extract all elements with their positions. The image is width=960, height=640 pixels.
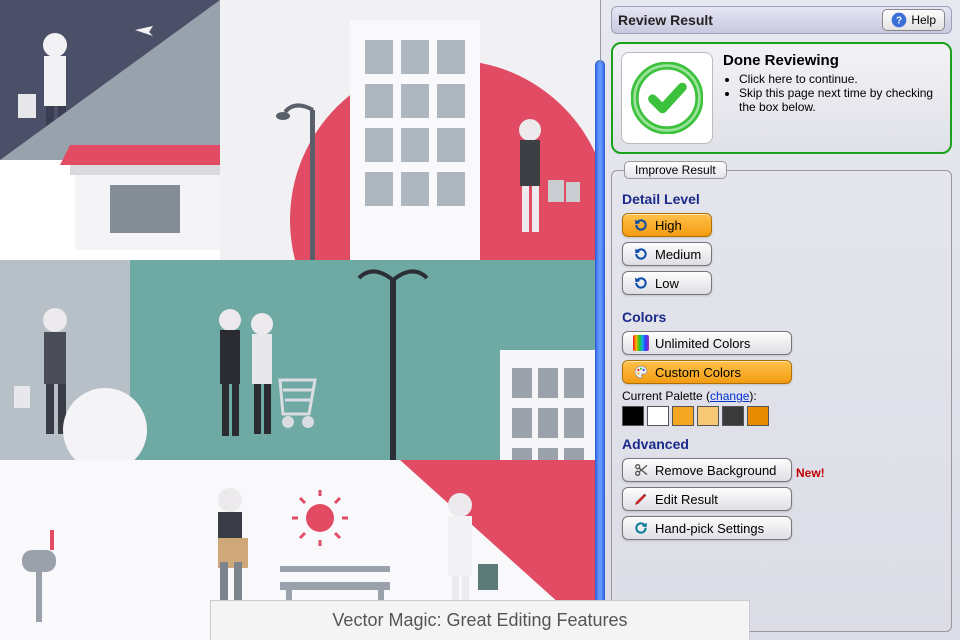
svg-text:?: ? <box>896 15 902 26</box>
detail-level-heading: Detail Level <box>622 191 941 207</box>
remove-bg-label: Remove Background <box>655 463 776 478</box>
detail-low-button[interactable]: Low <box>622 271 712 295</box>
redo-icon <box>633 246 649 262</box>
palette-swatch[interactable] <box>747 406 769 426</box>
preview-canvas <box>0 0 600 640</box>
redo-icon <box>633 217 649 233</box>
palette-swatch[interactable] <box>722 406 744 426</box>
redo-icon <box>633 275 649 291</box>
detail-high-button[interactable]: High <box>622 213 712 237</box>
palette-swatches <box>622 406 941 426</box>
palette-swatch[interactable] <box>622 406 644 426</box>
scissors-icon <box>633 462 649 478</box>
edit-result-label: Edit Result <box>655 492 718 507</box>
help-label: Help <box>911 13 936 27</box>
detail-medium-label: Medium <box>655 247 701 262</box>
done-bullet: Click here to continue. <box>739 72 942 86</box>
detail-high-label: High <box>655 218 682 233</box>
panel-header: Review Result ? Help <box>611 6 952 34</box>
done-bullet: Skip this page next time by checking the… <box>739 86 942 114</box>
edit-result-button[interactable]: Edit Result <box>622 487 792 511</box>
current-palette-label: Current Palette (change): <box>622 389 941 403</box>
checkmark-icon <box>621 52 713 144</box>
done-title: Done Reviewing <box>723 52 942 69</box>
custom-colors-label: Custom Colors <box>655 365 741 380</box>
improve-legend: Improve Result <box>624 161 727 179</box>
side-panel: Review Result ? Help Done Reviewing Clic… <box>600 0 960 640</box>
undo-icon <box>633 520 649 536</box>
improve-result-group: Improve Result Detail Level High Medium … <box>611 170 952 632</box>
pencil-icon <box>633 491 649 507</box>
palette-swatch[interactable] <box>672 406 694 426</box>
preview-image <box>0 0 600 640</box>
remove-background-button[interactable]: Remove Background <box>622 458 792 482</box>
detail-medium-button[interactable]: Medium <box>622 242 712 266</box>
new-badge: New! <box>796 466 825 480</box>
hand-pick-settings-button[interactable]: Hand-pick Settings <box>622 516 792 540</box>
custom-colors-button[interactable]: Custom Colors <box>622 360 792 384</box>
unlimited-colors-label: Unlimited Colors <box>655 336 750 351</box>
rainbow-icon <box>633 335 649 351</box>
colors-heading: Colors <box>622 309 941 325</box>
panel-title: Review Result <box>618 12 713 28</box>
palette-swatch[interactable] <box>697 406 719 426</box>
palette-icon <box>633 364 649 380</box>
app-window: Review Result ? Help Done Reviewing Clic… <box>0 0 960 640</box>
done-text: Done Reviewing Click here to continue. S… <box>723 52 942 144</box>
advanced-heading: Advanced <box>622 436 941 452</box>
unlimited-colors-button[interactable]: Unlimited Colors <box>622 331 792 355</box>
detail-low-label: Low <box>655 276 679 291</box>
help-button[interactable]: ? Help <box>882 9 945 31</box>
help-icon: ? <box>891 12 907 28</box>
change-palette-link[interactable]: change <box>710 389 749 403</box>
palette-swatch[interactable] <box>647 406 669 426</box>
caption-bar: Vector Magic: Great Editing Features <box>210 600 750 640</box>
done-reviewing-box[interactable]: Done Reviewing Click here to continue. S… <box>611 42 952 154</box>
scrollbar[interactable] <box>595 60 605 620</box>
hand-pick-label: Hand-pick Settings <box>655 521 764 536</box>
